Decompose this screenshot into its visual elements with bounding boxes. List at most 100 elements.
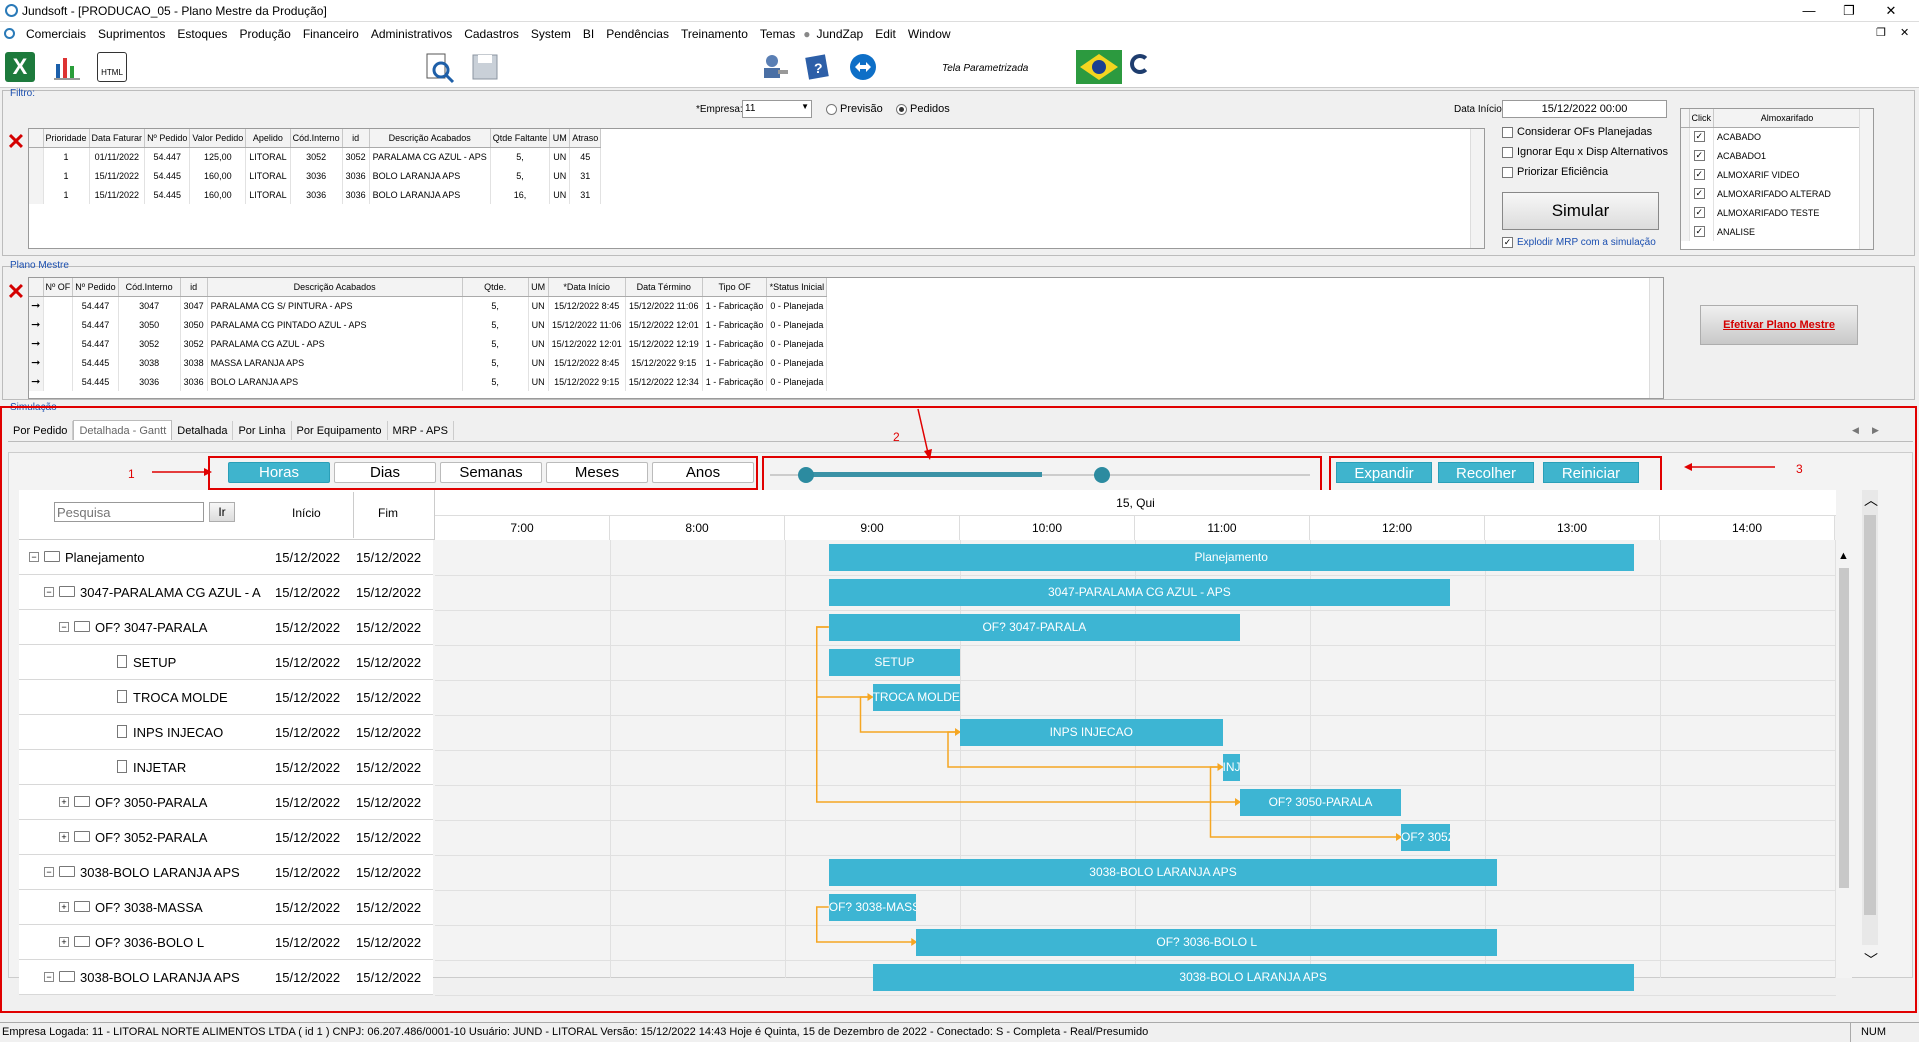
pedidos-col-header[interactable]: Qtde Faltante: [490, 129, 551, 148]
row-selector[interactable]: [29, 185, 44, 204]
tree-row[interactable]: − 3047-PARALAMA CG AZUL - A 15/12/2022 15/1…: [19, 575, 433, 610]
menu-cadastros[interactable]: Cadastros: [458, 22, 525, 46]
outer-scroll-thumb[interactable]: [1864, 515, 1876, 915]
plano-col-header[interactable]: id: [180, 278, 208, 297]
chart-icon[interactable]: [52, 52, 82, 82]
tree-row[interactable]: TROCA MOLDE 15/12/2022 15/12/2022: [19, 680, 433, 715]
row-arrow-icon[interactable]: ➞: [29, 334, 44, 353]
pedidos-col-header[interactable]: Data Faturar: [89, 129, 146, 148]
explodir-mrp-checkbox[interactable]: ✓ Explodir MRP com a simulação: [1502, 237, 1656, 248]
plano-scrollbar[interactable]: [1649, 278, 1663, 398]
zoom-meses-button[interactable]: Meses: [546, 462, 648, 483]
previsao-radio[interactable]: Previsão: [826, 103, 883, 115]
row-arrow-icon[interactable]: ➞: [29, 353, 44, 372]
help-book-icon[interactable]: ?: [803, 52, 833, 82]
scroll-up-icon[interactable]: ▲: [1838, 550, 1849, 562]
zoom-semanas-button[interactable]: Semanas: [440, 462, 542, 483]
almox-row[interactable]: ✓ ALMOXARIFADO ALTERAD: [1681, 184, 1861, 203]
chevron-down-icon[interactable]: ﹀: [1864, 950, 1878, 970]
pedidos-col-header[interactable]: Valor Pedido: [189, 129, 247, 148]
row-arrow-icon[interactable]: ➞: [29, 315, 44, 334]
tree-row[interactable]: − Planejamento 15/12/2022 15/12/2022: [19, 540, 433, 575]
checkbox-checked-icon[interactable]: ✓: [1693, 169, 1705, 181]
gantt-bar[interactable]: SETUP: [828, 649, 960, 676]
almox-row[interactable]: ✓ ACABADO: [1681, 127, 1861, 146]
plano-row[interactable]: ➞ 54.447 3050 3050 PARALAMA CG PINTADO AZUL …: [29, 315, 828, 334]
almox-click-cell[interactable]: ✓: [1689, 184, 1714, 203]
priorizar-eficiencia-checkbox[interactable]: Priorizar Eficiência: [1502, 166, 1608, 178]
pedidos-scrollbar[interactable]: [1470, 129, 1484, 248]
considerar-ofs-checkbox[interactable]: Considerar OFs Planejadas: [1502, 126, 1652, 138]
simular-button[interactable]: Simular: [1502, 192, 1659, 230]
plano-col-header[interactable]: Data Término: [625, 278, 703, 297]
gantt-bar[interactable]: Planejamento: [828, 544, 1634, 571]
menu-financeiro[interactable]: Financeiro: [297, 22, 365, 46]
gantt-bar[interactable]: OF? 3036-BOLO L: [916, 929, 1498, 956]
search-input[interactable]: [54, 502, 204, 522]
row-selector[interactable]: [1681, 203, 1690, 222]
collapse-icon[interactable]: −: [44, 867, 54, 877]
row-selector[interactable]: [1681, 165, 1690, 184]
app-menu-icon[interactable]: [4, 28, 15, 39]
gantt-bar[interactable]: OF? 3047-PARALA: [828, 614, 1240, 641]
teamviewer-icon[interactable]: [848, 52, 878, 82]
zoom-anos-button[interactable]: Anos: [652, 462, 754, 483]
html-export-icon[interactable]: HTML: [97, 52, 127, 82]
collapse-icon[interactable]: −: [44, 972, 54, 982]
row-arrow-icon[interactable]: ➞: [29, 372, 44, 391]
menu-producao[interactable]: Produção: [233, 22, 296, 46]
preview-search-icon[interactable]: [424, 52, 455, 84]
plano-row[interactable]: ➞ 54.447 3047 3047 PARALAMA CG S/ PINTURA - …: [29, 296, 828, 315]
restore-icon[interactable]: ❐: [1834, 2, 1864, 20]
almox-row[interactable]: ✓ ANALISE: [1681, 222, 1861, 241]
menu-pendencias[interactable]: Pendências: [600, 22, 675, 46]
user-key-icon[interactable]: [760, 52, 790, 82]
menu-comerciais[interactable]: Comerciais: [20, 22, 92, 46]
gantt-bar[interactable]: TROCA MOLDE: [872, 684, 960, 711]
pedidos-row[interactable]: 1 01/11/2022 54.447 125,00 LITORAL 3052 3052 PA…: [29, 147, 602, 166]
row-selector[interactable]: [29, 166, 44, 185]
plano-col-header[interactable]: Nº Pedido: [72, 278, 119, 297]
plano-col-header[interactable]: Cód.Interno: [118, 278, 181, 297]
tree-row[interactable]: + OF? 3052-PARALA 15/12/2022 15/12/2022: [19, 820, 433, 855]
excel-icon[interactable]: X: [5, 52, 35, 82]
expandir-button[interactable]: Expandir: [1336, 462, 1432, 483]
ir-button[interactable]: Ir: [209, 502, 235, 522]
pedidos-row[interactable]: 1 15/11/2022 54.445 160,00 LITORAL 3036 3036 BO…: [29, 185, 602, 204]
checkbox-checked-icon[interactable]: ✓: [1693, 150, 1705, 162]
almox-col-header[interactable]: Click: [1689, 109, 1714, 128]
menu-administrativos[interactable]: Administrativos: [365, 22, 458, 46]
plano-col-header[interactable]: Nº OF: [43, 278, 74, 297]
almox-click-cell[interactable]: ✓: [1689, 222, 1714, 241]
pedidos-col-header[interactable]: Atraso: [569, 129, 602, 148]
checkbox-checked-icon[interactable]: ✓: [1693, 226, 1705, 238]
row-selector[interactable]: [1681, 127, 1690, 146]
delete-filter-icon[interactable]: ✕: [5, 131, 27, 154]
almox-row[interactable]: ✓ ALMOXARIFADO TESTE: [1681, 203, 1861, 222]
plano-col-header[interactable]: Tipo OF: [702, 278, 768, 297]
tree-row[interactable]: INPS INJECAO 15/12/2022 15/12/2022: [19, 715, 433, 750]
almox-click-cell[interactable]: ✓: [1689, 203, 1714, 222]
menu-system[interactable]: System: [525, 22, 577, 46]
mdi-restore-icon[interactable]: ❐: [1876, 26, 1886, 39]
gantt-bar[interactable]: 3038-BOLO LARANJA APS: [872, 964, 1634, 991]
menu-bi[interactable]: BI: [577, 22, 600, 46]
gantt-bar[interactable]: 3038-BOLO LARANJA APS: [828, 859, 1498, 886]
gantt-bar[interactable]: OF? 3050-PARALA: [1240, 789, 1401, 816]
pedidos-col-header[interactable]: Nº Pedido: [144, 129, 191, 148]
tree-row[interactable]: SETUP 15/12/2022 15/12/2022: [19, 645, 433, 680]
close-icon[interactable]: ✕: [1876, 2, 1906, 20]
expand-icon[interactable]: +: [59, 832, 69, 842]
tree-row[interactable]: − OF? 3047-PARALA 15/12/2022 15/12/2022: [19, 610, 433, 645]
gantt-bar[interactable]: OF? 3038-MASSA: [828, 894, 917, 921]
menu-edit[interactable]: Edit: [869, 22, 902, 46]
almox-click-cell[interactable]: ✓: [1689, 127, 1714, 146]
pedidos-col-header[interactable]: id: [342, 129, 370, 148]
pedidos-row[interactable]: 1 15/11/2022 54.445 160,00 LITORAL 3036 3036 BO…: [29, 166, 602, 185]
plano-row[interactable]: ➞ 54.445 3038 3038 MASSA LARANJA APS 5, UN 15/1…: [29, 353, 828, 372]
expand-icon[interactable]: +: [59, 902, 69, 912]
almox-click-cell[interactable]: ✓: [1689, 165, 1714, 184]
outer-vertical-scrollbar[interactable]: ︿ ﹀: [1862, 490, 1878, 968]
plano-row[interactable]: ➞ 54.447 3052 3052 PARALAMA CG AZUL - APS 5, U…: [29, 334, 828, 353]
slider-handle-start[interactable]: [798, 467, 814, 483]
